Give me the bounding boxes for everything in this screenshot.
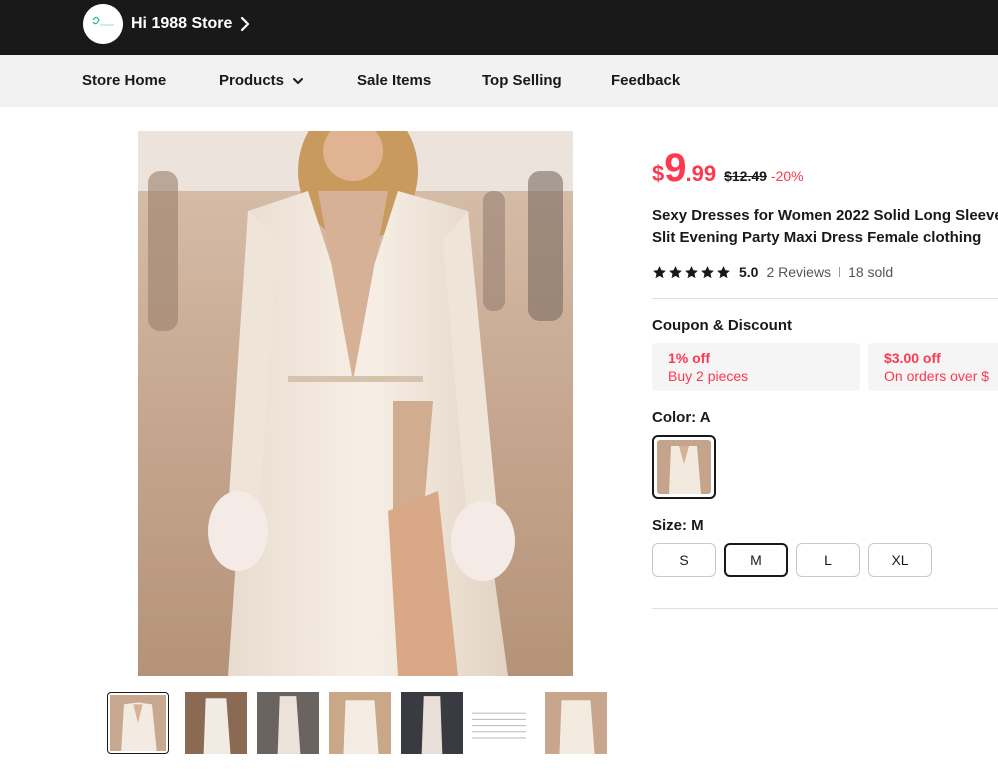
thumbnail-1-image xyxy=(110,695,166,751)
star-icon xyxy=(669,265,682,278)
coupon-title: 1% off xyxy=(668,350,710,366)
thumbnail-4[interactable] xyxy=(329,692,391,754)
divider xyxy=(652,608,998,609)
color-swatch-image xyxy=(657,440,711,494)
nav-products[interactable]: Products xyxy=(219,72,304,90)
thumbnail-2-image xyxy=(185,692,247,754)
thumbnail-4-image xyxy=(329,692,391,754)
discount-badge: -20% xyxy=(770,168,804,184)
price-row: $9.99 $12.49 -20% xyxy=(652,146,804,190)
store-logo[interactable] xyxy=(83,4,123,44)
chevron-right-icon[interactable] xyxy=(238,15,252,33)
star-icon xyxy=(701,265,714,278)
nav-products-label: Products xyxy=(219,72,285,89)
store-logo-icon xyxy=(83,4,123,44)
reviews-link[interactable]: 2 Reviews xyxy=(766,264,831,280)
nav-top-selling[interactable]: Top Selling xyxy=(482,72,562,90)
size-option-xl[interactable]: XL xyxy=(868,543,932,577)
price-currency: $ xyxy=(652,161,665,186)
coupon-desc: Buy 2 pieces xyxy=(668,368,749,384)
thumbnail-3[interactable] xyxy=(257,692,319,754)
store-header: Hi 1988 Store xyxy=(0,0,998,55)
product-main-image[interactable] xyxy=(138,131,573,676)
coupon-title: $3.00 off xyxy=(884,350,941,366)
size-option-l[interactable]: L xyxy=(796,543,860,577)
color-label: Color: A xyxy=(652,409,711,426)
product-title-line-1: Sexy Dresses for Women 2022 Solid Long S… xyxy=(652,207,998,224)
star-rating xyxy=(652,265,731,280)
original-price: $12.49 xyxy=(724,168,767,184)
nav-sale-items[interactable]: Sale Items xyxy=(357,72,431,90)
color-option-a[interactable] xyxy=(652,435,716,499)
coupon-card-1[interactable]: 1% off Buy 2 pieces xyxy=(652,343,860,391)
star-icon xyxy=(685,265,698,278)
nav-feedback[interactable]: Feedback xyxy=(611,72,680,90)
product-title: Sexy Dresses for Women 2022 Solid Long S… xyxy=(652,205,998,249)
price-decimal: .99 xyxy=(685,161,717,186)
nav-store-home[interactable]: Store Home xyxy=(82,72,166,90)
thumbnail-7-image xyxy=(545,692,607,754)
thumbnail-2[interactable] xyxy=(185,692,247,754)
store-name-link[interactable]: Hi 1988 Store xyxy=(131,14,232,34)
thumbnail-3-image xyxy=(257,692,319,754)
sold-count: 18 sold xyxy=(848,264,894,280)
chevron-down-icon xyxy=(293,78,304,85)
star-icon xyxy=(717,265,730,278)
star-icon xyxy=(653,265,666,278)
coupon-card-2[interactable]: $3.00 off On orders over $ xyxy=(868,343,998,391)
rating-value: 5.0 xyxy=(739,264,759,280)
coupon-section-label: Coupon & Discount xyxy=(652,317,792,334)
thumbnail-6-size-chart[interactable] xyxy=(468,692,530,754)
thumbnail-6-image xyxy=(468,692,530,754)
price-integer: 9 xyxy=(664,146,686,190)
size-option-m[interactable]: M xyxy=(724,543,788,577)
size-label: Size: M xyxy=(652,517,704,534)
divider xyxy=(652,298,998,299)
coupon-desc: On orders over $ xyxy=(884,368,990,384)
thumbnail-7[interactable] xyxy=(545,692,607,754)
size-option-s[interactable]: S xyxy=(652,543,716,577)
product-title-line-2: Slit Evening Party Maxi Dress Female clo… xyxy=(652,229,982,246)
store-nav: Store Home Products Sale Items Top Selli… xyxy=(0,55,998,107)
rating-separator xyxy=(839,267,841,277)
thumbnail-5[interactable] xyxy=(401,692,463,754)
rating-row: 5.0 2 Reviews 18 sold xyxy=(652,262,893,282)
thumbnail-1[interactable] xyxy=(107,692,169,754)
thumbnail-5-image xyxy=(401,692,463,754)
